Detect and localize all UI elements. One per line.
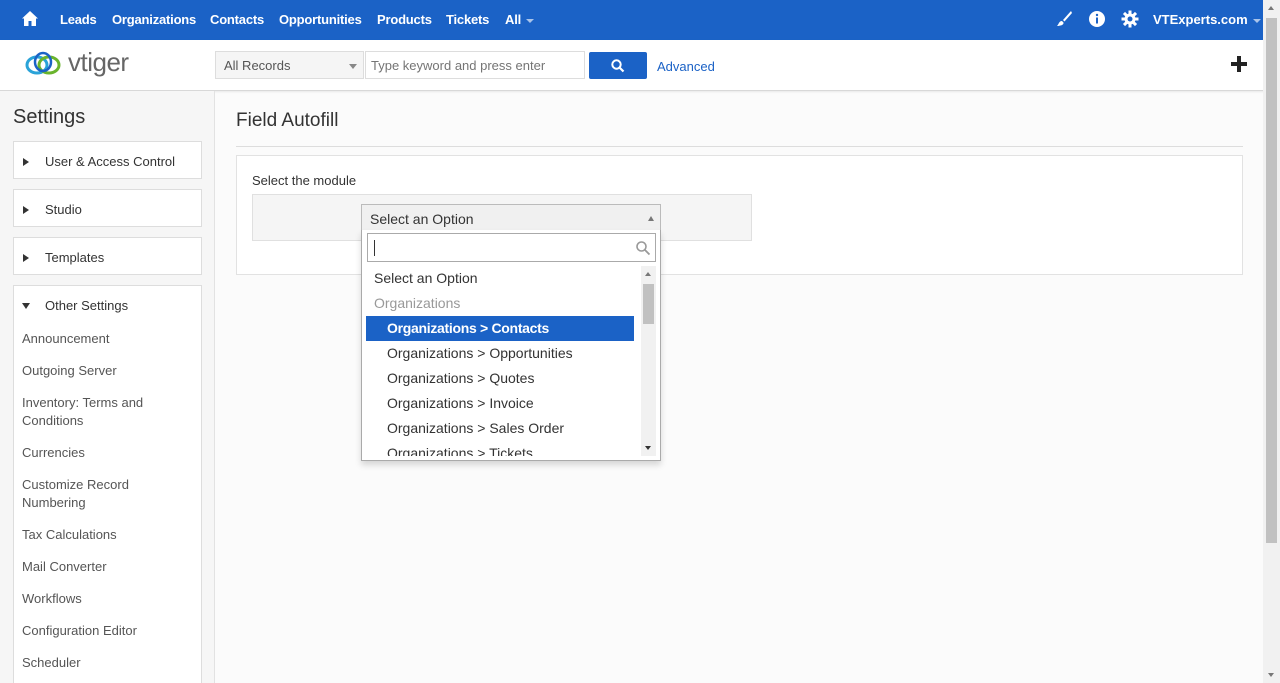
search-input[interactable] (365, 51, 585, 79)
advanced-search-link[interactable]: Advanced (657, 59, 715, 74)
text-cursor (374, 240, 375, 256)
paint-brush-icon[interactable] (1055, 10, 1073, 28)
nav-all-label: All (505, 12, 522, 27)
search-button[interactable] (589, 52, 647, 79)
sidebar-item-announcement[interactable]: Announcement (22, 330, 192, 348)
nav-tickets[interactable]: Tickets (446, 12, 489, 27)
nav-opportunities[interactable]: Opportunities (279, 12, 362, 27)
chevron-down-icon (1252, 18, 1261, 23)
sidebar-item-workflows[interactable]: Workflows (22, 590, 192, 608)
plus-icon[interactable] (1229, 54, 1249, 74)
dropdown-option[interactable]: Select an Option (366, 266, 634, 291)
sidebar-section-other-settings[interactable]: Other Settings (13, 285, 202, 323)
module-dropdown: Select an Option Organizations Organizatio… (361, 230, 661, 461)
page-scrollbar[interactable] (1263, 0, 1280, 683)
sidebar-section-label: Templates (45, 250, 105, 265)
sidebar-section-templates[interactable]: Templates (13, 237, 202, 275)
scroll-up-arrow-icon[interactable] (1268, 6, 1274, 10)
sidebar-item-outgoing-server[interactable]: Outgoing Server (22, 362, 192, 380)
scroll-down-arrow-icon[interactable] (645, 446, 651, 450)
scrollbar-thumb[interactable] (1266, 18, 1277, 543)
logo-text: vtiger (68, 47, 129, 77)
dropdown-option[interactable]: Organizations > Sales Order (366, 416, 634, 441)
dropdown-option[interactable]: Organizations > Tickets (366, 441, 634, 456)
dropdown-option[interactable]: Organizations > Quotes (366, 366, 634, 391)
settings-sidebar: Settings User & Access Control Studio Te… (0, 91, 215, 683)
triangle-right-icon (23, 254, 29, 262)
nav-contacts[interactable]: Contacts (210, 12, 264, 27)
top-navbar: Leads Organizations Contacts Opportuniti… (0, 0, 1280, 40)
search-scope-select[interactable]: All Records (215, 51, 364, 79)
triangle-down-icon (22, 303, 30, 309)
scroll-up-arrow-icon[interactable] (645, 272, 651, 276)
sidebar-section-studio[interactable]: Studio (13, 189, 202, 227)
page-title: Field Autofill (236, 110, 339, 131)
info-icon[interactable] (1088, 10, 1106, 28)
sidebar-item-currencies[interactable]: Currencies (22, 444, 192, 462)
sidebar-item-mail-converter[interactable]: Mail Converter (22, 558, 192, 576)
user-menu[interactable]: VTExperts.com (1153, 12, 1261, 27)
nav-leads[interactable]: Leads (60, 12, 97, 27)
caret-down-icon (349, 64, 357, 69)
nav-all-menu[interactable]: All (505, 12, 535, 27)
nav-products[interactable]: Products (377, 12, 432, 27)
dropdown-option[interactable]: Organizations > Contacts (366, 316, 634, 341)
sidebar-item-terms-conditions[interactable]: Inventory: Terms and Conditions (22, 394, 192, 430)
caret-up-icon (648, 216, 654, 221)
triangle-right-icon (23, 206, 29, 214)
sidebar-title: Settings (13, 106, 86, 128)
sidebar-section-user-access[interactable]: User & Access Control (13, 141, 202, 179)
user-name: VTExperts.com (1153, 12, 1248, 27)
search-icon (611, 59, 625, 73)
dropdown-options: Select an Option Organizations Organizatio… (366, 266, 638, 456)
module-label: Select the module (252, 173, 357, 188)
dropdown-group-label: Organizations (374, 295, 461, 311)
sidebar-item-record-numbering[interactable]: Customize Record Numbering (22, 476, 192, 512)
scrollbar-thumb[interactable] (643, 284, 654, 324)
gear-icon[interactable] (1121, 10, 1139, 28)
sidebar-item-scheduler[interactable]: Scheduler (22, 654, 192, 672)
search-icon (636, 241, 651, 256)
dropdown-scrollbar[interactable] (641, 266, 656, 456)
dropdown-option[interactable]: Organizations > Invoice (366, 391, 634, 416)
nav-organizations[interactable]: Organizations (112, 12, 196, 27)
triangle-right-icon (23, 158, 29, 166)
search-scope-value: All Records (224, 58, 291, 73)
dropdown-option[interactable]: Organizations > Opportunities (366, 341, 634, 366)
other-settings-list: Announcement Outgoing Server Inventory: … (13, 321, 202, 683)
sidebar-section-label: Other Settings (45, 298, 129, 313)
search-bar: vtiger All Records Advanced (0, 40, 1280, 91)
dropdown-search-input[interactable] (367, 233, 656, 262)
module-select[interactable]: Select an Option (361, 204, 661, 232)
sidebar-item-configuration-editor[interactable]: Configuration Editor (22, 622, 192, 640)
chevron-down-icon (526, 18, 535, 23)
divider (236, 146, 1243, 147)
scroll-down-arrow-icon[interactable] (1268, 673, 1274, 677)
sidebar-section-label: Studio (45, 202, 82, 217)
home-icon[interactable] (20, 9, 40, 29)
sidebar-section-label: User & Access Control (45, 154, 176, 169)
sidebar-item-tax-calculations[interactable]: Tax Calculations (22, 526, 192, 544)
module-select-value: Select an Option (370, 211, 474, 227)
